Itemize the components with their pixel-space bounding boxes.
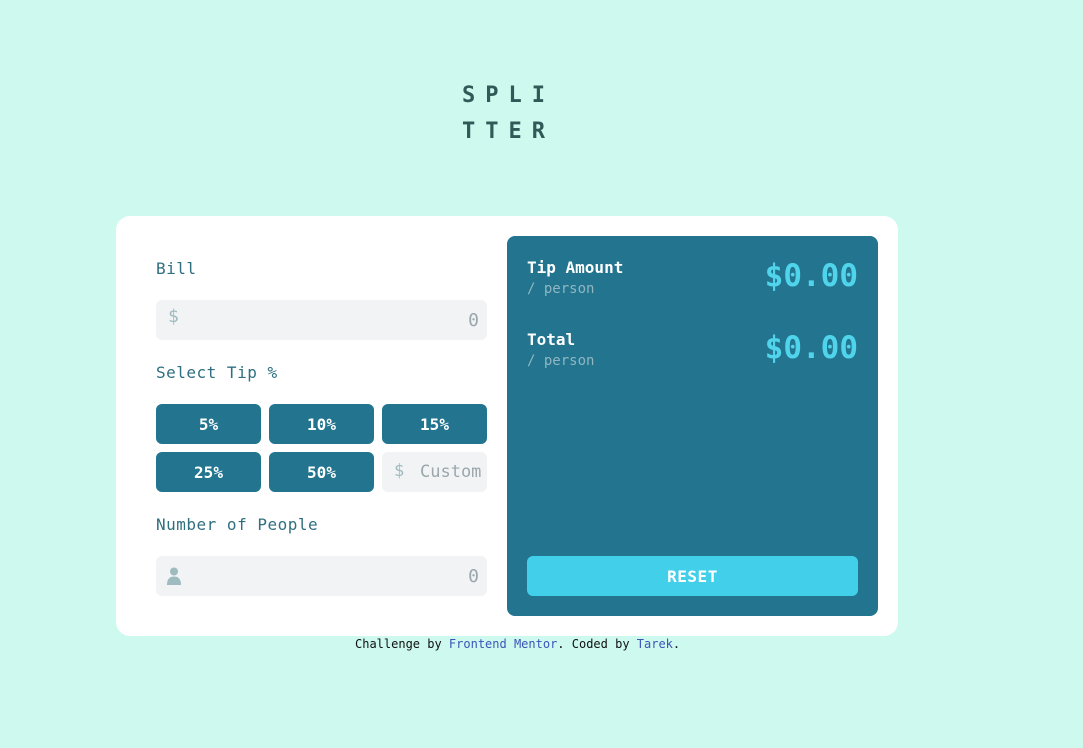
tip-50-button[interactable]: 50% <box>269 452 374 492</box>
total-title: Total <box>527 330 576 349</box>
tip-amount-sub: / person <box>527 281 595 297</box>
reset-button[interactable]: RESET <box>527 556 858 596</box>
people-label: Number of People <box>156 515 319 534</box>
total-value: $0.00 <box>764 330 858 366</box>
footer-attribution: Challenge by Frontend Mentor. Coded by T… <box>355 637 680 651</box>
results-panel: Tip Amount / person $0.00 Total / person… <box>507 236 878 616</box>
total-sub: / person <box>527 353 595 369</box>
custom-tip-input[interactable] <box>420 452 487 492</box>
app-logo: SPLI TTER <box>462 78 555 150</box>
footer-prefix: Challenge by <box>355 637 449 651</box>
person-icon <box>167 567 181 589</box>
bill-input[interactable] <box>199 300 479 340</box>
people-input[interactable] <box>199 556 479 596</box>
people-field[interactable] <box>156 556 487 596</box>
tip-amount-value: $0.00 <box>764 258 858 294</box>
tip-25-button[interactable]: 25% <box>156 452 261 492</box>
select-tip-label: Select Tip % <box>156 363 278 382</box>
bill-field[interactable]: $ <box>156 300 487 340</box>
tip-amount-title: Tip Amount <box>527 258 624 277</box>
dollar-icon: $ <box>394 461 405 481</box>
footer-middle: . Coded by <box>557 637 637 651</box>
custom-tip-field[interactable]: $ <box>382 452 487 492</box>
footer-suffix: . <box>672 637 681 651</box>
author-link[interactable]: Tarek <box>637 637 673 651</box>
dollar-icon: $ <box>168 306 179 327</box>
tip-15-button[interactable]: 15% <box>382 404 487 444</box>
calculator-card: Bill $ Select Tip % 5% 10% 15% 25% 50% $… <box>116 216 898 636</box>
logo-line-1: SPLI <box>462 83 555 108</box>
bill-label: Bill <box>156 259 197 278</box>
tip-5-button[interactable]: 5% <box>156 404 261 444</box>
frontend-mentor-link[interactable]: Frontend Mentor <box>449 637 557 651</box>
logo-line-2: TTER <box>462 119 555 144</box>
tip-10-button[interactable]: 10% <box>269 404 374 444</box>
